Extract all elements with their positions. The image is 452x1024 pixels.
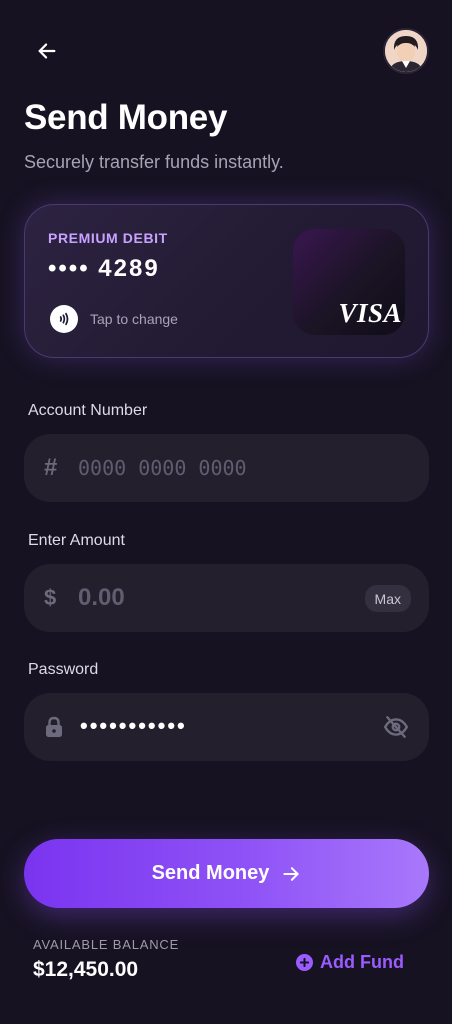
add-fund-button[interactable]: Add Fund xyxy=(296,950,404,974)
available-balance-value: $12,450.00 xyxy=(33,958,139,981)
max-button[interactable]: Max xyxy=(364,585,411,612)
tap-to-change-label[interactable]: Tap to change xyxy=(90,311,178,327)
account-number-field[interactable]: # xyxy=(24,434,429,502)
amount-input[interactable] xyxy=(78,564,368,632)
page-subtitle: Securely transfer funds instantly. xyxy=(24,152,284,172)
back-button[interactable] xyxy=(30,34,64,68)
password-label: Password xyxy=(28,661,99,678)
lock-icon xyxy=(44,716,64,738)
amount-label: Enter Amount xyxy=(28,532,125,549)
add-fund-label: Add Fund xyxy=(320,951,404,972)
card-number: •••• 4289 xyxy=(48,255,160,282)
send-money-label: Send Money xyxy=(151,862,270,884)
user-avatar-icon xyxy=(385,30,427,72)
dollar-icon: $ xyxy=(44,585,57,610)
send-money-button[interactable]: Send Money xyxy=(24,839,429,908)
page-title: Send Money xyxy=(24,98,228,137)
contactless-icon[interactable] xyxy=(50,305,78,333)
arrow-right-icon xyxy=(283,866,300,881)
card-type-label: PREMIUM DEBIT xyxy=(48,230,168,246)
password-input[interactable]: ••••••••••• xyxy=(80,713,187,739)
visa-logo: VISA xyxy=(338,298,402,328)
amount-field[interactable]: $ Max xyxy=(24,564,429,632)
plus-circle-icon xyxy=(296,953,313,971)
eye-off-icon xyxy=(383,716,409,738)
hash-icon: # xyxy=(44,454,58,481)
available-balance-label: AVAILABLE BALANCE xyxy=(33,937,180,952)
arrow-left-icon xyxy=(38,43,56,59)
account-number-input[interactable] xyxy=(78,434,368,502)
payment-card[interactable]: PREMIUM DEBIT •••• 4289 Tap to change VI… xyxy=(24,204,429,358)
avatar[interactable] xyxy=(383,28,429,74)
account-number-label: Account Number xyxy=(28,402,148,419)
send-money-screen: Send Money Securely transfer funds insta… xyxy=(0,0,452,1024)
toggle-password-visibility[interactable] xyxy=(381,712,411,742)
password-field[interactable]: ••••••••••• xyxy=(24,693,429,761)
